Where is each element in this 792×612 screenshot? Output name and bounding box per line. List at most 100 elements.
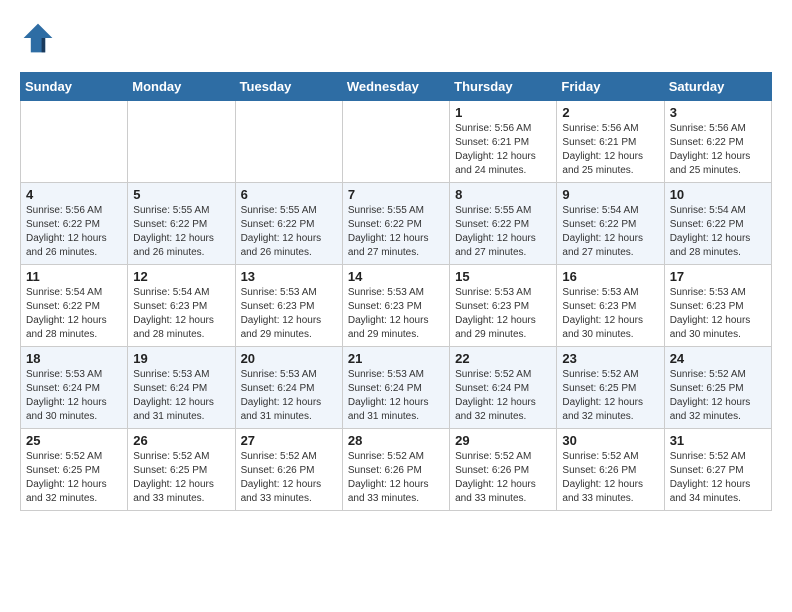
day-info: Sunrise: 5:54 AM Sunset: 6:22 PM Dayligh… bbox=[562, 204, 658, 260]
day-info: Sunrise: 5:56 AM Sunset: 6:21 PM Dayligh… bbox=[562, 122, 658, 178]
day-number: 13 bbox=[241, 269, 337, 284]
calendar-cell bbox=[128, 101, 235, 183]
day-number: 5 bbox=[133, 187, 229, 202]
calendar: SundayMondayTuesdayWednesdayThursdayFrid… bbox=[20, 72, 772, 511]
week-row-3: 11 Sunrise: 5:54 AM Sunset: 6:22 PM Dayli… bbox=[21, 265, 772, 347]
calendar-cell: 14 Sunrise: 5:53 AM Sunset: 6:23 PM Dayli… bbox=[342, 265, 449, 347]
day-number: 6 bbox=[241, 187, 337, 202]
weekday-header-monday: Monday bbox=[128, 73, 235, 101]
day-number: 30 bbox=[562, 433, 658, 448]
calendar-cell bbox=[342, 101, 449, 183]
day-number: 17 bbox=[670, 269, 766, 284]
day-number: 16 bbox=[562, 269, 658, 284]
calendar-cell: 1 Sunrise: 5:56 AM Sunset: 6:21 PM Daylig… bbox=[450, 101, 557, 183]
day-info: Sunrise: 5:52 AM Sunset: 6:26 PM Dayligh… bbox=[241, 450, 337, 506]
calendar-cell: 31Sunrise: 5:52 AM Sunset: 6:27 PM Dayli… bbox=[664, 429, 771, 511]
logo bbox=[20, 20, 62, 56]
day-number: 28 bbox=[348, 433, 444, 448]
day-info: Sunrise: 5:56 AM Sunset: 6:22 PM Dayligh… bbox=[26, 204, 122, 260]
day-number: 31 bbox=[670, 433, 766, 448]
page: SundayMondayTuesdayWednesdayThursdayFrid… bbox=[0, 0, 792, 531]
day-number: 25 bbox=[26, 433, 122, 448]
day-info: Sunrise: 5:53 AM Sunset: 6:23 PM Dayligh… bbox=[348, 286, 444, 342]
day-number: 4 bbox=[26, 187, 122, 202]
day-info: Sunrise: 5:54 AM Sunset: 6:22 PM Dayligh… bbox=[670, 204, 766, 260]
day-number: 23 bbox=[562, 351, 658, 366]
header bbox=[20, 20, 772, 56]
weekday-header-tuesday: Tuesday bbox=[235, 73, 342, 101]
day-number: 10 bbox=[670, 187, 766, 202]
calendar-cell: 2 Sunrise: 5:56 AM Sunset: 6:21 PM Daylig… bbox=[557, 101, 664, 183]
week-row-2: 4 Sunrise: 5:56 AM Sunset: 6:22 PM Daylig… bbox=[21, 183, 772, 265]
calendar-cell: 9 Sunrise: 5:54 AM Sunset: 6:22 PM Daylig… bbox=[557, 183, 664, 265]
calendar-cell: 28 Sunrise: 5:52 AM Sunset: 6:26 PM Dayli… bbox=[342, 429, 449, 511]
calendar-cell: 30Sunrise: 5:52 AM Sunset: 6:26 PM Dayli… bbox=[557, 429, 664, 511]
day-number: 15 bbox=[455, 269, 551, 284]
day-number: 11 bbox=[26, 269, 122, 284]
calendar-cell: 26 Sunrise: 5:52 AM Sunset: 6:25 PM Dayli… bbox=[128, 429, 235, 511]
calendar-cell: 29 Sunrise: 5:52 AM Sunset: 6:26 PM Dayli… bbox=[450, 429, 557, 511]
calendar-cell: 11 Sunrise: 5:54 AM Sunset: 6:22 PM Dayli… bbox=[21, 265, 128, 347]
day-number: 24 bbox=[670, 351, 766, 366]
day-info: Sunrise: 5:54 AM Sunset: 6:22 PM Dayligh… bbox=[26, 286, 122, 342]
day-number: 3 bbox=[670, 105, 766, 120]
calendar-cell: 27 Sunrise: 5:52 AM Sunset: 6:26 PM Dayli… bbox=[235, 429, 342, 511]
day-info: Sunrise: 5:52 AM Sunset: 6:25 PM Dayligh… bbox=[133, 450, 229, 506]
day-number: 2 bbox=[562, 105, 658, 120]
week-row-1: 1 Sunrise: 5:56 AM Sunset: 6:21 PM Daylig… bbox=[21, 101, 772, 183]
weekday-header-friday: Friday bbox=[557, 73, 664, 101]
day-info: Sunrise: 5:52 AM Sunset: 6:25 PM Dayligh… bbox=[26, 450, 122, 506]
weekday-header-saturday: Saturday bbox=[664, 73, 771, 101]
calendar-cell: 15 Sunrise: 5:53 AM Sunset: 6:23 PM Dayli… bbox=[450, 265, 557, 347]
calendar-cell: 25 Sunrise: 5:52 AM Sunset: 6:25 PM Dayli… bbox=[21, 429, 128, 511]
day-number: 7 bbox=[348, 187, 444, 202]
day-info: Sunrise: 5:54 AM Sunset: 6:23 PM Dayligh… bbox=[133, 286, 229, 342]
calendar-cell bbox=[21, 101, 128, 183]
calendar-cell: 17 Sunrise: 5:53 AM Sunset: 6:23 PM Dayli… bbox=[664, 265, 771, 347]
day-info: Sunrise: 5:52 AM Sunset: 6:26 PM Dayligh… bbox=[348, 450, 444, 506]
calendar-cell bbox=[235, 101, 342, 183]
calendar-cell: 22Sunrise: 5:52 AM Sunset: 6:24 PM Dayli… bbox=[450, 347, 557, 429]
day-number: 29 bbox=[455, 433, 551, 448]
day-info: Sunrise: 5:52 AM Sunset: 6:24 PM Dayligh… bbox=[455, 368, 551, 424]
day-number: 9 bbox=[562, 187, 658, 202]
day-info: Sunrise: 5:56 AM Sunset: 6:21 PM Dayligh… bbox=[455, 122, 551, 178]
day-number: 8 bbox=[455, 187, 551, 202]
day-info: Sunrise: 5:53 AM Sunset: 6:24 PM Dayligh… bbox=[26, 368, 122, 424]
day-info: Sunrise: 5:53 AM Sunset: 6:23 PM Dayligh… bbox=[241, 286, 337, 342]
calendar-cell: 12 Sunrise: 5:54 AM Sunset: 6:23 PM Dayli… bbox=[128, 265, 235, 347]
week-row-5: 25 Sunrise: 5:52 AM Sunset: 6:25 PM Dayli… bbox=[21, 429, 772, 511]
calendar-cell: 16Sunrise: 5:53 AM Sunset: 6:23 PM Dayli… bbox=[557, 265, 664, 347]
calendar-cell: 6 Sunrise: 5:55 AM Sunset: 6:22 PM Daylig… bbox=[235, 183, 342, 265]
day-info: Sunrise: 5:55 AM Sunset: 6:22 PM Dayligh… bbox=[455, 204, 551, 260]
calendar-cell: 4 Sunrise: 5:56 AM Sunset: 6:22 PM Daylig… bbox=[21, 183, 128, 265]
day-info: Sunrise: 5:53 AM Sunset: 6:24 PM Dayligh… bbox=[348, 368, 444, 424]
calendar-cell: 24 Sunrise: 5:52 AM Sunset: 6:25 PM Dayli… bbox=[664, 347, 771, 429]
day-number: 1 bbox=[455, 105, 551, 120]
day-number: 12 bbox=[133, 269, 229, 284]
day-number: 26 bbox=[133, 433, 229, 448]
day-info: Sunrise: 5:53 AM Sunset: 6:24 PM Dayligh… bbox=[241, 368, 337, 424]
day-info: Sunrise: 5:53 AM Sunset: 6:23 PM Dayligh… bbox=[455, 286, 551, 342]
day-number: 27 bbox=[241, 433, 337, 448]
calendar-cell: 19 Sunrise: 5:53 AM Sunset: 6:24 PM Dayli… bbox=[128, 347, 235, 429]
calendar-cell: 7Sunrise: 5:55 AM Sunset: 6:22 PM Daylig… bbox=[342, 183, 449, 265]
day-number: 14 bbox=[348, 269, 444, 284]
day-number: 18 bbox=[26, 351, 122, 366]
day-info: Sunrise: 5:53 AM Sunset: 6:23 PM Dayligh… bbox=[670, 286, 766, 342]
day-info: Sunrise: 5:52 AM Sunset: 6:26 PM Dayligh… bbox=[455, 450, 551, 506]
calendar-cell: 13 Sunrise: 5:53 AM Sunset: 6:23 PM Dayli… bbox=[235, 265, 342, 347]
day-info: Sunrise: 5:53 AM Sunset: 6:24 PM Dayligh… bbox=[133, 368, 229, 424]
day-number: 20 bbox=[241, 351, 337, 366]
day-info: Sunrise: 5:56 AM Sunset: 6:22 PM Dayligh… bbox=[670, 122, 766, 178]
calendar-cell: 10 Sunrise: 5:54 AM Sunset: 6:22 PM Dayli… bbox=[664, 183, 771, 265]
day-info: Sunrise: 5:55 AM Sunset: 6:22 PM Dayligh… bbox=[241, 204, 337, 260]
day-number: 19 bbox=[133, 351, 229, 366]
weekday-header-wednesday: Wednesday bbox=[342, 73, 449, 101]
weekday-header-sunday: Sunday bbox=[21, 73, 128, 101]
day-number: 21 bbox=[348, 351, 444, 366]
day-info: Sunrise: 5:55 AM Sunset: 6:22 PM Dayligh… bbox=[133, 204, 229, 260]
day-info: Sunrise: 5:52 AM Sunset: 6:25 PM Dayligh… bbox=[670, 368, 766, 424]
calendar-cell: 5 Sunrise: 5:55 AM Sunset: 6:22 PM Daylig… bbox=[128, 183, 235, 265]
logo-icon bbox=[20, 20, 56, 56]
